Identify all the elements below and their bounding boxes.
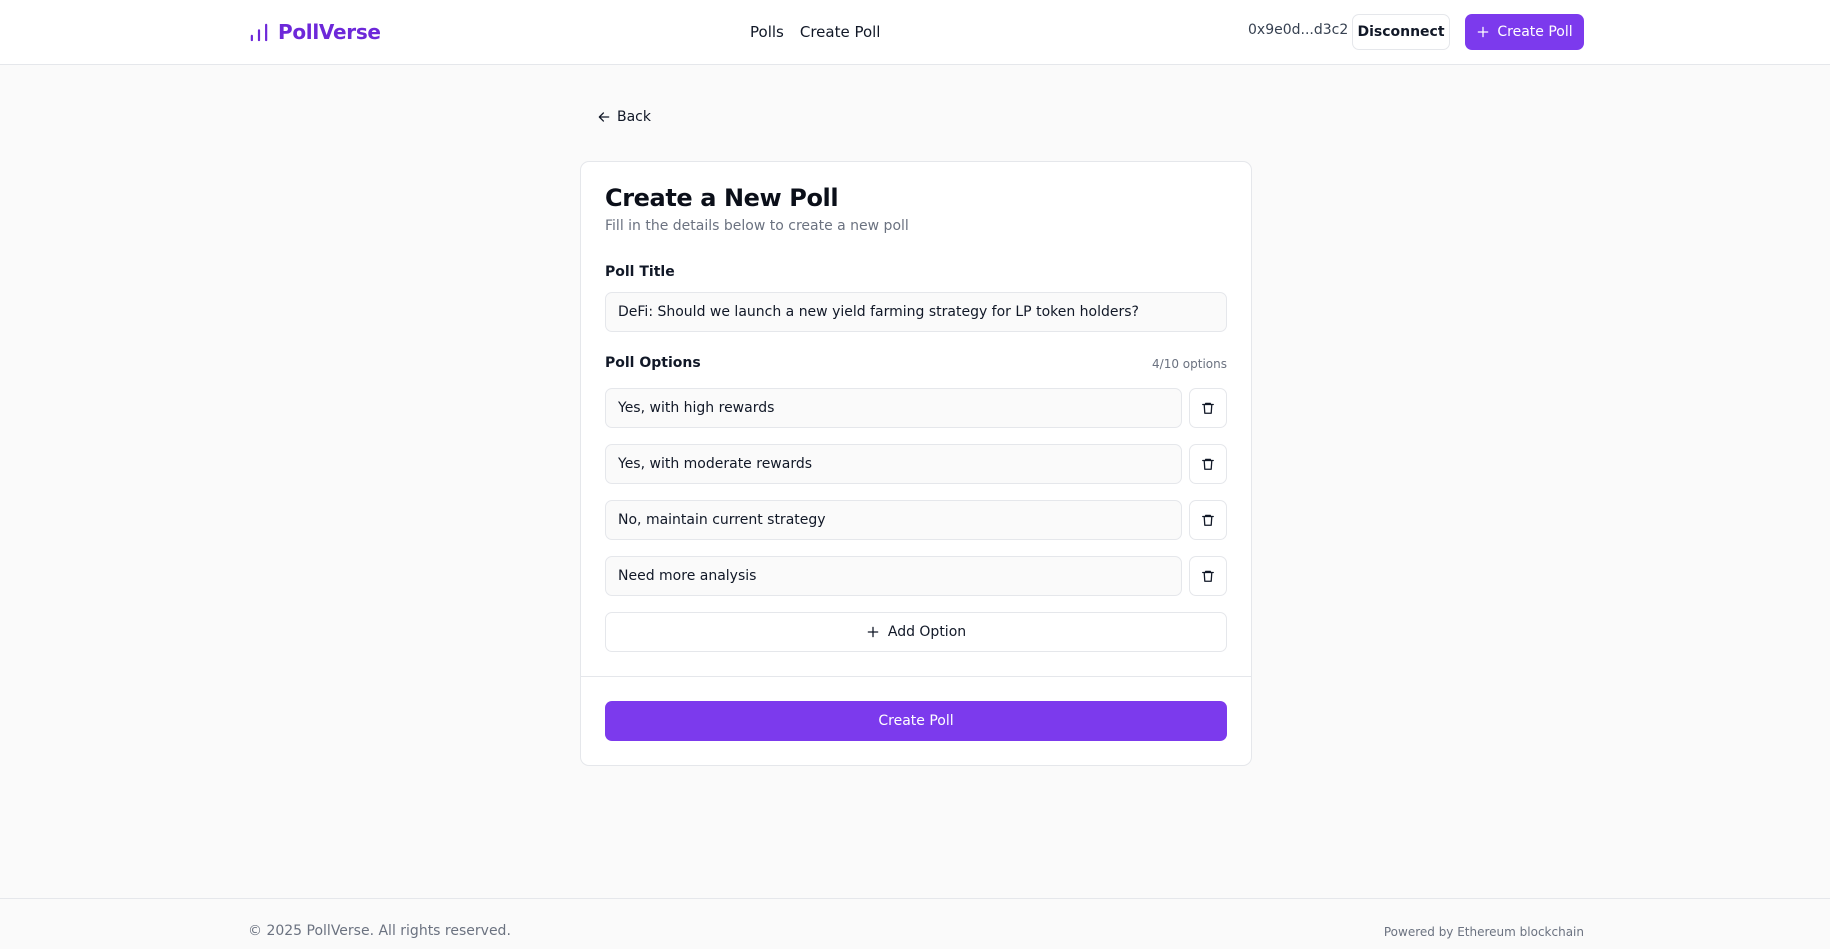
page-title: Create a New Poll bbox=[605, 184, 839, 212]
poll-options-label: Poll Options bbox=[605, 355, 701, 371]
plus-icon bbox=[867, 626, 879, 638]
delete-option-button-4[interactable] bbox=[1189, 556, 1227, 596]
page-footer: © 2025 PollVerse. All rights reserved. P… bbox=[0, 898, 1830, 949]
create-poll-submit-button[interactable]: Create Poll bbox=[605, 701, 1227, 741]
powered-by-text: Powered by Ethereum blockchain bbox=[1383, 925, 1584, 939]
option-input-2[interactable]: Yes, with moderate rewards bbox=[605, 444, 1182, 484]
card-divider bbox=[581, 676, 1251, 677]
brand-logo[interactable]: PollVerse bbox=[248, 18, 381, 46]
delete-option-button-2[interactable] bbox=[1189, 444, 1227, 484]
poll-title-input[interactable]: DeFi: Should we launch a new yield farmi… bbox=[605, 292, 1227, 332]
trash-icon bbox=[1202, 402, 1214, 414]
option-input-4[interactable]: Need more analysis bbox=[605, 556, 1182, 596]
create-poll-card: Create a New Poll Fill in the details be… bbox=[580, 161, 1252, 766]
nav-link-polls[interactable]: Polls bbox=[750, 23, 784, 41]
trash-icon bbox=[1202, 514, 1214, 526]
page-subtitle: Fill in the details below to create a ne… bbox=[605, 218, 909, 234]
option-input-1[interactable]: Yes, with high rewards bbox=[605, 388, 1182, 428]
options-count: 4/10 options bbox=[1152, 357, 1227, 371]
poll-title-label: Poll Title bbox=[605, 264, 675, 280]
plus-icon bbox=[1478, 26, 1489, 38]
trash-icon bbox=[1202, 570, 1214, 582]
header-create-poll-button[interactable]: Create Poll bbox=[1465, 14, 1584, 50]
add-option-button[interactable]: Add Option bbox=[605, 612, 1227, 652]
trash-icon bbox=[1202, 458, 1214, 470]
top-navbar: PollVerse Polls Create Poll 0x9e0d...d3c… bbox=[0, 0, 1830, 65]
delete-option-button-3[interactable] bbox=[1189, 500, 1227, 540]
option-input-3[interactable]: No, maintain current strategy bbox=[605, 500, 1182, 540]
add-option-label: Add Option bbox=[887, 624, 967, 640]
copyright-text: © 2025 PollVerse. All rights reserved. bbox=[248, 923, 511, 939]
header-create-poll-label: Create Poll bbox=[1497, 24, 1573, 40]
delete-option-button-1[interactable] bbox=[1189, 388, 1227, 428]
back-link[interactable]: Back bbox=[597, 106, 651, 128]
back-label: Back bbox=[617, 109, 651, 125]
wallet-address: 0x9e0d...d3c2 bbox=[1248, 22, 1349, 38]
brand-name: PollVerse bbox=[278, 20, 381, 44]
nav-link-create-poll[interactable]: Create Poll bbox=[800, 23, 881, 41]
arrow-left-icon bbox=[598, 112, 610, 122]
main-nav: Polls Create Poll bbox=[750, 20, 880, 44]
bar-chart-icon bbox=[250, 23, 268, 42]
disconnect-button[interactable]: Disconnect bbox=[1352, 14, 1450, 50]
